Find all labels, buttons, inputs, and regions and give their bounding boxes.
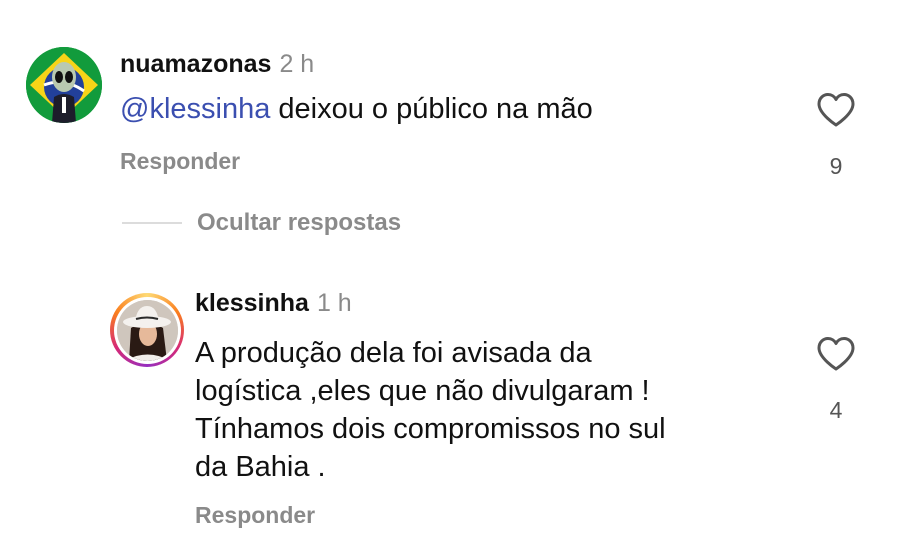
like-count: 4	[829, 397, 843, 423]
hide-replies-button[interactable]: Ocultar respostas	[197, 209, 401, 237]
avatar-ring-gap	[113, 296, 181, 364]
woman-cowboy-hat-avatar-icon	[116, 299, 178, 361]
avatar[interactable]	[26, 47, 102, 123]
comment-header: nuamazonas 2 h	[120, 50, 314, 79]
reply-text-line: A produção dela foi avisada da	[195, 337, 592, 369]
divider-line	[122, 222, 182, 224]
reply-time: 1 h	[316, 289, 352, 317]
comment-body: @klessinha deixou o público na mão	[120, 90, 593, 128]
heart-icon	[817, 93, 855, 127]
reply-text-line: da Bahia .	[195, 451, 326, 483]
reply-text-line: logística ,eles que não divulgaram !	[195, 375, 650, 407]
reply-button[interactable]: Responder	[195, 502, 315, 529]
reply-text-line: Tínhamos dois compromissos no sul	[195, 413, 666, 445]
reply-username[interactable]: klessinha	[195, 289, 309, 317]
comment-time: 2 h	[279, 50, 315, 78]
avatar-story-ring[interactable]	[110, 293, 184, 367]
like-count: 9	[829, 153, 843, 179]
like-button[interactable]	[816, 336, 856, 377]
alien-flag-avatar-icon	[26, 47, 102, 123]
avatar	[116, 299, 178, 361]
like-button[interactable]	[816, 92, 856, 133]
heart-icon	[817, 337, 855, 371]
reply-header: klessinha 1 h	[195, 289, 352, 318]
reply-button[interactable]: Responder	[120, 148, 240, 175]
comment-username[interactable]: nuamazonas	[120, 50, 271, 78]
mention-link[interactable]: @klessinha	[120, 93, 270, 125]
reply-body: A produção dela foi avisada da logística…	[195, 334, 795, 486]
comment-text: deixou o público na mão	[270, 93, 593, 125]
